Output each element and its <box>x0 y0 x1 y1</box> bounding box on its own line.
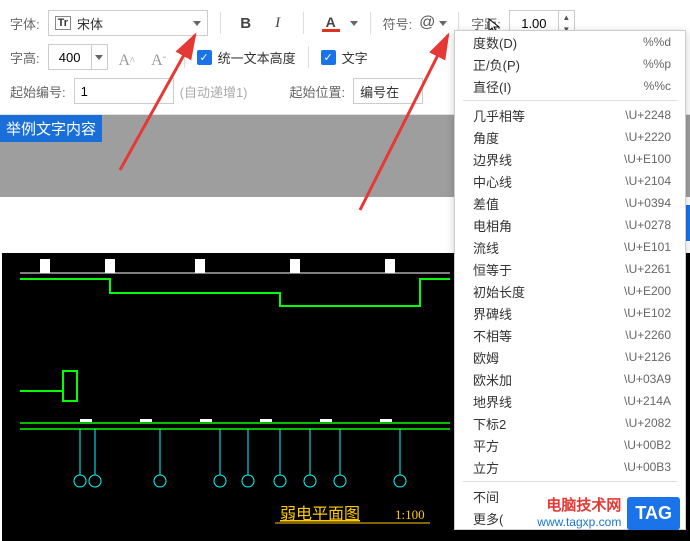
enlarge-font-button[interactable]: A ^ <box>114 44 140 70</box>
spacing-input[interactable] <box>510 16 558 31</box>
auto-increment-hint: (自动递增1) <box>180 82 248 101</box>
text-color-button[interactable]: A <box>316 10 346 36</box>
font-type-icon: Tr <box>55 16 71 30</box>
font-select[interactable]: Tr 宋体 <box>48 10 208 36</box>
divider <box>370 12 371 34</box>
symbol-menu-item[interactable]: 立方\U+00B3 <box>455 456 685 478</box>
symbol-label: 符号: <box>383 14 413 33</box>
start-pos-label: 起始位置: <box>290 82 346 101</box>
symbol-menu-item[interactable]: 界碑线\U+E102 <box>455 302 685 324</box>
divider <box>220 12 221 34</box>
position-select[interactable]: 编号在 <box>353 78 423 104</box>
drawing-title: 弱电平面图 <box>280 505 360 523</box>
divider <box>184 46 185 68</box>
symbol-dropdown-menu: 度数(D)%%d正/负(P)%%p直径(I)%%c 几乎相等\U+2248角度\… <box>454 30 686 530</box>
symbol-menu-item[interactable]: 初始长度\U+E200 <box>455 280 685 302</box>
symbol-menu-item[interactable]: 直径(I)%%c <box>455 75 685 97</box>
chevron-down-icon <box>95 55 103 60</box>
symbol-menu-item[interactable]: 边界线\U+E100 <box>455 148 685 170</box>
uniform-height-checkbox[interactable]: ✓ <box>197 50 212 65</box>
drawing-scale: 1:100 <box>395 507 425 522</box>
symbol-menu-item[interactable]: 角度\U+2220 <box>455 126 685 148</box>
divider <box>303 12 304 34</box>
example-text: 举例文字内容 <box>0 115 102 142</box>
chevron-down-icon <box>439 21 447 26</box>
symbol-menu-item[interactable]: 不相等\U+2260 <box>455 324 685 346</box>
text-checkbox[interactable]: ✓ <box>321 50 336 65</box>
menu-separator <box>463 100 677 101</box>
text-checkbox-label: 文字 <box>342 48 368 67</box>
symbol-menu-item[interactable]: 欧米加\U+03A9 <box>455 368 685 390</box>
font-label: 字体: <box>10 14 40 33</box>
watermark-url: www.tagxp.com <box>537 515 621 529</box>
height-input[interactable] <box>49 45 91 69</box>
bold-button[interactable]: B <box>233 10 259 36</box>
watermark: 电脑技术网 www.tagxp.com TAG <box>537 497 680 530</box>
symbol-menu-item[interactable]: 恒等于\U+2261 <box>455 258 685 280</box>
symbol-menu-item[interactable]: 度数(D)%%d <box>455 31 685 53</box>
divider <box>308 46 309 68</box>
watermark-tag: TAG <box>627 497 680 530</box>
symbol-at-button[interactable]: @ <box>420 10 446 36</box>
italic-button[interactable]: I <box>265 10 291 36</box>
symbol-menu-item[interactable]: 电相角\U+0278 <box>455 214 685 236</box>
symbol-menu-item[interactable]: 中心线\U+2104 <box>455 170 685 192</box>
menu-separator <box>463 481 677 482</box>
font-value: 宋体 <box>77 14 103 33</box>
symbol-menu-item[interactable]: 正/负(P)%%p <box>455 53 685 75</box>
symbol-menu-item[interactable]: 差值\U+0394 <box>455 192 685 214</box>
symbol-menu-item[interactable]: 下标2\U+2082 <box>455 412 685 434</box>
symbol-menu-item[interactable]: 地界线\U+214A <box>455 390 685 412</box>
watermark-title: 电脑技术网 <box>537 497 621 515</box>
symbol-menu-item[interactable]: 欧姆\U+2126 <box>455 346 685 368</box>
chevron-down-icon[interactable] <box>350 21 358 26</box>
start-num-label: 起始编号: <box>10 82 66 101</box>
symbol-menu-item[interactable]: 流线\U+E101 <box>455 236 685 258</box>
spinner-up-icon[interactable]: ▲ <box>559 11 574 23</box>
symbol-menu-item[interactable]: 平方\U+00B2 <box>455 434 685 456</box>
chevron-down-icon <box>193 21 201 26</box>
start-num-input[interactable] <box>74 78 174 104</box>
height-select[interactable] <box>48 44 108 70</box>
symbol-menu-item[interactable]: 几乎相等\U+2248 <box>455 104 685 126</box>
shrink-font-button[interactable]: A ˇ <box>146 44 172 70</box>
text-color-bar <box>322 29 340 32</box>
height-label: 字高: <box>10 48 40 67</box>
text-color-a: A <box>326 15 336 29</box>
uniform-height-label: 统一文本高度 <box>218 48 296 67</box>
